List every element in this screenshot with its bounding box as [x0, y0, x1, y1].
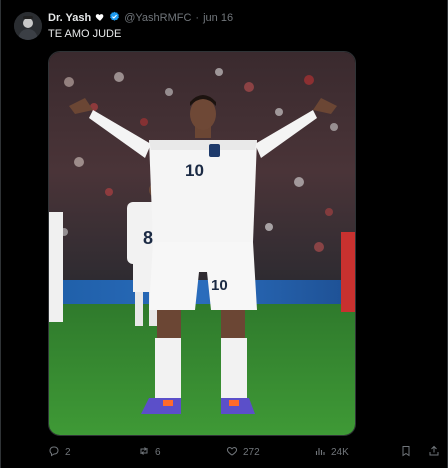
reply-icon: [48, 445, 60, 460]
author-handle[interactable]: @YashRMFC: [124, 12, 191, 24]
left-edge-player: [49, 212, 63, 322]
action-bar: 2 6 272 24K: [48, 444, 440, 460]
repost-icon: [138, 445, 150, 460]
tweet-text: TE AMO JUDE: [48, 28, 122, 40]
views-icon: [314, 445, 326, 460]
views-button[interactable]: 24K: [314, 444, 349, 460]
like-count: 272: [243, 446, 260, 458]
author-name[interactable]: Dr. Yash: [48, 12, 91, 24]
share-icon: [428, 445, 440, 460]
player-shirt-number: 10: [185, 161, 204, 180]
player-shorts-number: 10: [211, 277, 228, 294]
tweet-header: Dr. Yash @YashRMFC · jun 16: [48, 10, 233, 26]
verified-badge-icon: [109, 11, 120, 25]
meta-separator: ·: [195, 12, 200, 24]
repost-count: 6: [155, 446, 161, 458]
reply-button[interactable]: 2: [48, 444, 71, 460]
tweet-photo[interactable]: 8 10 10: [48, 51, 356, 436]
repost-button[interactable]: 6: [138, 444, 161, 460]
share-button[interactable]: [428, 444, 440, 460]
right-edge-player: [341, 232, 355, 312]
bookmark-icon: [400, 445, 412, 460]
heart-icon: [95, 12, 105, 25]
advertising-board: [49, 280, 355, 304]
tweet-date[interactable]: jun 16: [203, 12, 233, 24]
pitch: [49, 304, 355, 435]
reply-count: 2: [65, 446, 71, 458]
views-count: 24K: [331, 446, 349, 458]
like-icon: [226, 445, 238, 460]
author-avatar[interactable]: [14, 12, 42, 40]
timeline-divider-left: [0, 0, 1, 468]
bookmark-button[interactable]: [400, 444, 412, 460]
like-button[interactable]: 272: [226, 444, 260, 460]
tweet-card[interactable]: Dr. Yash @YashRMFC · jun 16 TE AMO JUDE: [0, 0, 448, 468]
background-player-number: 8: [143, 228, 153, 248]
